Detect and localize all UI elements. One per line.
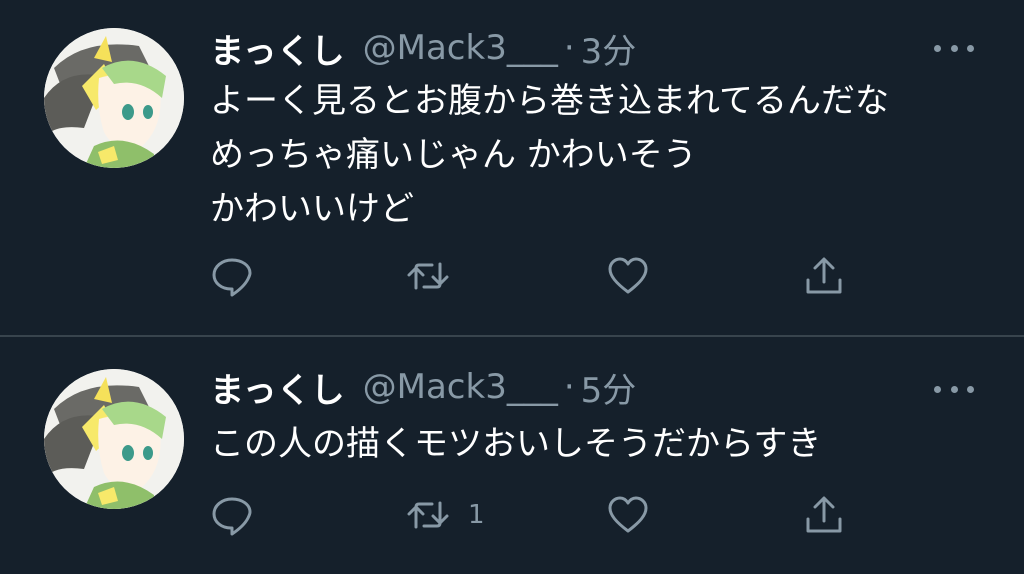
display-name[interactable]: まっくし [210, 24, 345, 73]
like-button[interactable] [606, 493, 650, 537]
avatar[interactable] [44, 369, 184, 509]
tweet-text-line: よーく見るとお腹から巻き込まれてるんだな [210, 81, 889, 121]
tweet-text-line: めっちゃ痛いじゃん かわいそう [210, 135, 697, 175]
retweet-button[interactable] [406, 254, 468, 298]
tweet-text: この人の描くモツおいしそうだからすき [210, 417, 990, 471]
username[interactable]: @Mack3___ [363, 28, 558, 68]
dot [934, 385, 941, 393]
share-icon [806, 496, 842, 533]
speech-bubble-icon [212, 258, 252, 297]
tweet-actions: 1 [210, 493, 860, 537]
tweet[interactable]: まっくし @Mack3___ · 5分 この人の描くモツおいしそうだからすき 1 [0, 337, 1024, 574]
more-options-icon[interactable] [934, 379, 974, 399]
separator: · [563, 28, 575, 68]
tweet-text: よーく見るとお腹から巻き込まれてるんだな めっちゃ痛いじゃん かわいそう かわい… [210, 74, 990, 236]
retweet-icon [407, 501, 449, 529]
tweet-header: まっくし @Mack3___ · 3分 [210, 24, 637, 73]
avatar-image [44, 28, 184, 168]
more-options-icon[interactable] [934, 38, 974, 58]
retweet-button[interactable]: 1 [406, 493, 485, 537]
share-button[interactable] [802, 493, 846, 537]
dot [967, 44, 974, 52]
tweet-text-line: この人の描くモツおいしそうだからすき [210, 424, 822, 464]
tweet-text-line: かわいいけど [210, 189, 414, 229]
share-button[interactable] [802, 254, 846, 298]
tweet[interactable]: まっくし @Mack3___ · 3分 よーく見るとお腹から巻き込まれてるんだな… [0, 0, 1024, 335]
avatar[interactable] [44, 28, 184, 168]
reply-button[interactable] [210, 254, 254, 298]
share-icon [806, 257, 842, 294]
timestamp[interactable]: 3分 [581, 24, 637, 73]
heart-icon [608, 496, 648, 533]
display-name[interactable]: まっくし [210, 363, 345, 412]
separator: · [563, 367, 575, 407]
avatar-image [44, 369, 184, 509]
reply-button[interactable] [210, 493, 254, 537]
dot [967, 385, 974, 393]
tweet-header: まっくし @Mack3___ · 5分 [210, 363, 637, 412]
dot [950, 385, 958, 393]
retweet-count: 1 [468, 500, 485, 530]
username[interactable]: @Mack3___ [363, 367, 558, 407]
heart-icon [608, 257, 648, 294]
dot [950, 44, 958, 52]
like-button[interactable] [606, 254, 650, 298]
dot [934, 44, 941, 52]
retweet-icon [407, 262, 449, 290]
tweet-actions [210, 254, 860, 298]
speech-bubble-icon [212, 497, 252, 536]
timestamp[interactable]: 5分 [581, 363, 637, 412]
